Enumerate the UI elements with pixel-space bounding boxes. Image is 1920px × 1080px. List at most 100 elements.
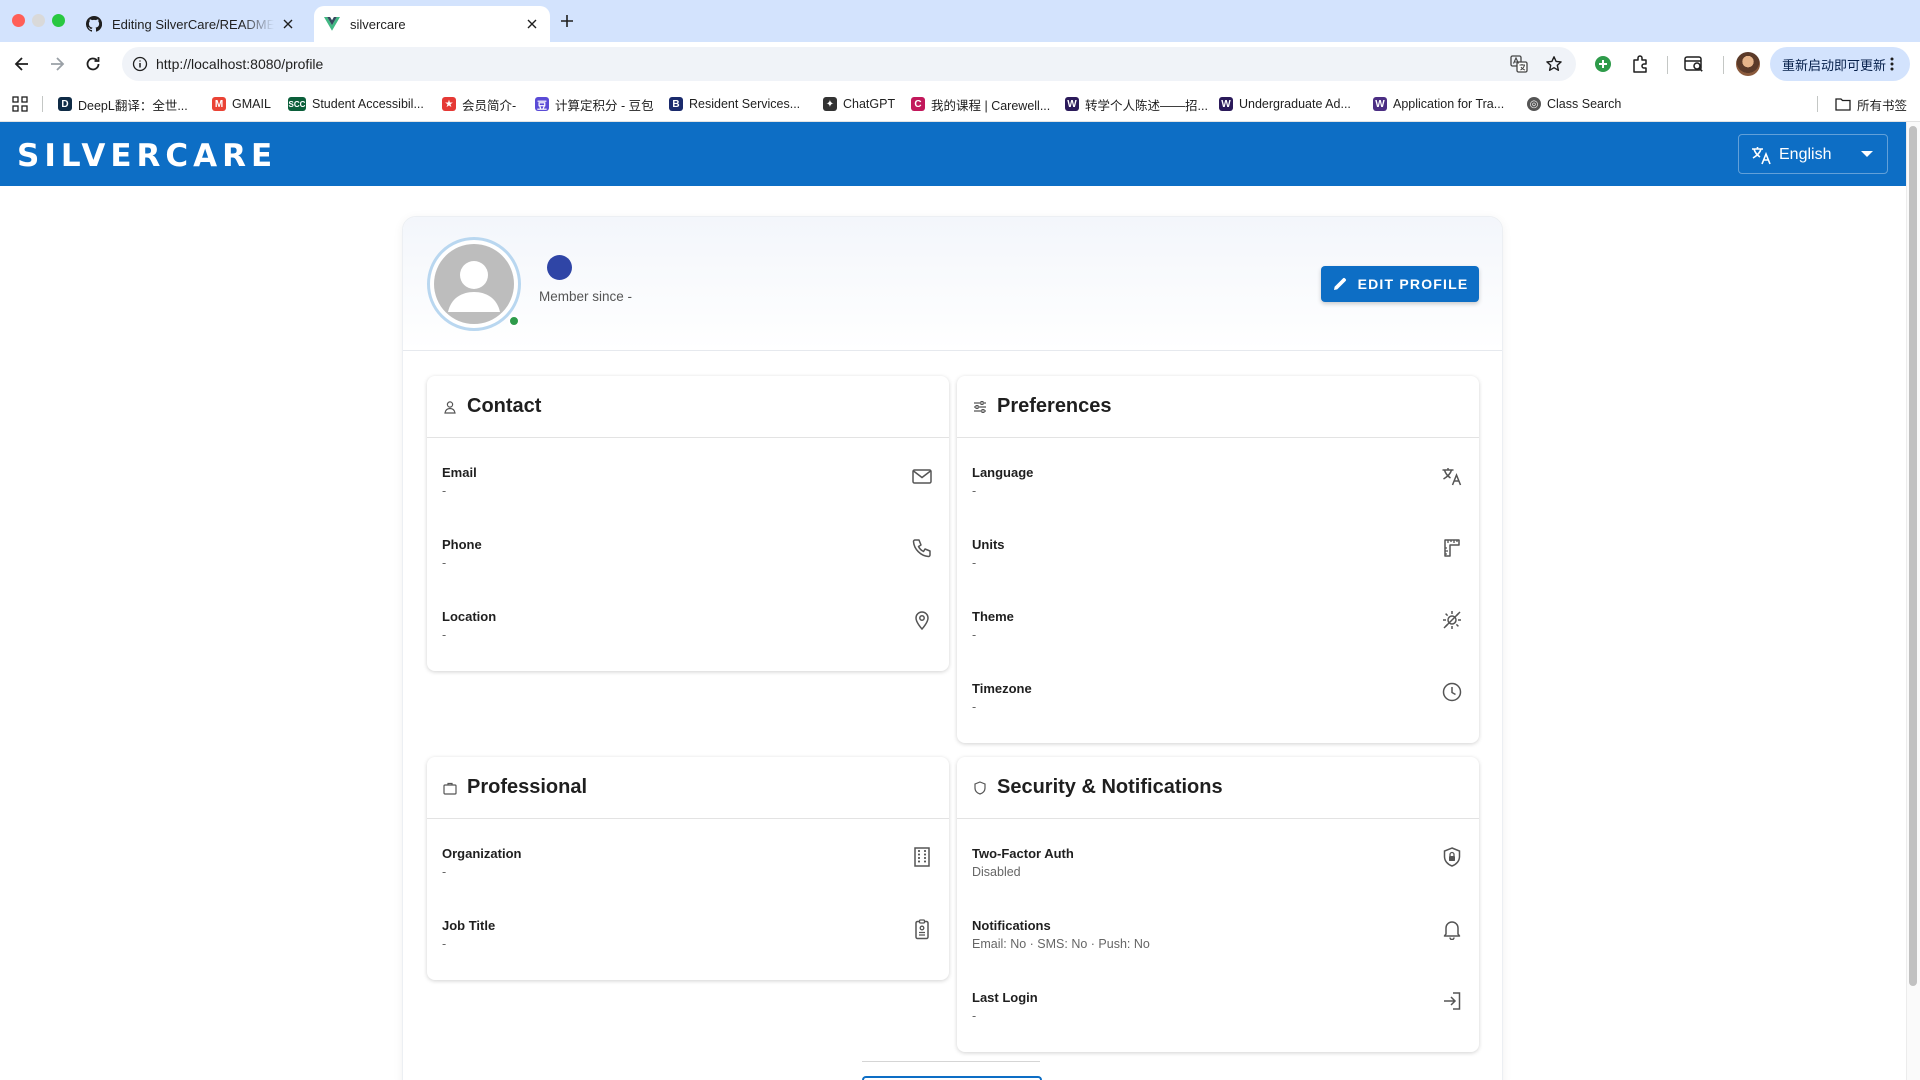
extensions-puzzle-icon[interactable] bbox=[1629, 53, 1651, 75]
w-icon: W bbox=[1219, 97, 1233, 111]
bookmark-label: 我的课程 | Carewell... bbox=[931, 98, 1051, 113]
preferences-card: Preferences Language - Units - Theme - T… bbox=[957, 376, 1479, 743]
language-select[interactable]: English bbox=[1738, 134, 1888, 174]
close-icon[interactable] bbox=[280, 16, 296, 32]
bookmark-gmail[interactable]: M GMAIL bbox=[212, 95, 271, 113]
row-value: - bbox=[972, 700, 977, 714]
bookmark-deepl[interactable]: D DeepL翻译：全世... bbox=[58, 95, 188, 113]
bookmark-undergraduate-admissions[interactable]: W Undergraduate Ad... bbox=[1219, 95, 1351, 113]
bookmark-chatgpt[interactable]: ✦ ChatGPT bbox=[823, 95, 895, 113]
bookmark-resident-services[interactable]: B Resident Services... bbox=[669, 95, 800, 113]
preferences-row-language: Language - bbox=[957, 438, 1479, 510]
row-value: - bbox=[442, 484, 447, 498]
update-relaunch-button[interactable]: 重新启动即可更新 bbox=[1770, 47, 1910, 81]
window-close-button[interactable] bbox=[12, 14, 25, 27]
brand-logo[interactable]: SILVERCARE bbox=[17, 138, 277, 174]
forward-arrow-icon[interactable] bbox=[47, 54, 67, 74]
tab-search-icon[interactable] bbox=[1683, 53, 1705, 75]
bookmark-application-transfer[interactable]: W Application for Tra... bbox=[1373, 95, 1504, 113]
bookmark-student-accessibility[interactable]: SCC Student Accessibil... bbox=[288, 95, 424, 113]
window-minimize-button[interactable] bbox=[32, 14, 45, 27]
contact-row-phone: Phone - bbox=[427, 510, 949, 582]
bookmark-star-icon[interactable] bbox=[1545, 55, 1563, 73]
apps-grid-icon[interactable] bbox=[12, 96, 28, 112]
row-value: - bbox=[972, 556, 977, 570]
site-info-icon[interactable] bbox=[132, 56, 148, 72]
all-bookmarks-label: 所有书签 bbox=[1857, 98, 1908, 113]
profile-avatar-icon[interactable] bbox=[1736, 52, 1760, 76]
card-title: Contact bbox=[467, 395, 542, 417]
shield-icon bbox=[974, 780, 986, 795]
shield-lock-icon bbox=[1443, 847, 1461, 867]
card-header: Security & Notifications bbox=[957, 757, 1479, 819]
tab-title: Editing SilverCare/README.md bbox=[112, 16, 274, 32]
contact-row-email: Email - bbox=[427, 438, 949, 510]
bookmark-carewell[interactable]: C 我的课程 | Carewell... bbox=[911, 95, 1050, 113]
row-label: Two-Factor Auth bbox=[972, 846, 1074, 861]
mail-icon bbox=[912, 469, 932, 484]
doubao-icon: 豆 bbox=[535, 97, 549, 112]
language-value: English bbox=[1779, 146, 1832, 163]
extension-green-icon[interactable] bbox=[1592, 53, 1614, 75]
translate-page-icon[interactable] bbox=[1510, 55, 1528, 73]
partially-visible-button[interactable] bbox=[862, 1076, 1042, 1080]
all-bookmarks-folder[interactable]: 所有书签 bbox=[1835, 95, 1907, 113]
building-icon bbox=[914, 847, 930, 867]
bookmark-label: Application for Tra... bbox=[1393, 97, 1505, 111]
w-icon: W bbox=[1065, 97, 1079, 111]
close-icon[interactable] bbox=[524, 16, 540, 32]
new-tab-plus-icon[interactable] bbox=[558, 12, 576, 30]
tab-silvercare[interactable]: silvercare bbox=[314, 6, 550, 42]
contact-card: Contact Email - Phone - Location - bbox=[427, 376, 949, 671]
row-label: Notifications bbox=[972, 918, 1051, 933]
folder-icon bbox=[1835, 98, 1851, 111]
row-label: Language bbox=[972, 465, 1034, 480]
professional-row-organization: Organization - bbox=[427, 819, 949, 891]
status-indicator bbox=[547, 255, 572, 280]
page-scrollbar-thumb[interactable] bbox=[1909, 126, 1917, 986]
preferences-row-theme: Theme - bbox=[957, 582, 1479, 654]
bookmark-label: DeepL翻译：全世... bbox=[78, 98, 188, 113]
back-arrow-icon[interactable] bbox=[12, 54, 32, 74]
user-silhouette-icon bbox=[434, 244, 514, 324]
update-button-label: 重新启动即可更新 bbox=[1782, 57, 1887, 73]
b-icon: B bbox=[669, 97, 683, 111]
window-maximize-button[interactable] bbox=[52, 14, 65, 27]
bookmark-label: GMAIL bbox=[232, 97, 271, 111]
card-title: Professional bbox=[467, 776, 588, 798]
sliders-icon bbox=[974, 400, 986, 413]
more-menu-icon[interactable] bbox=[1884, 56, 1900, 72]
clock-icon bbox=[1442, 682, 1462, 702]
translate-icon bbox=[1442, 468, 1462, 486]
card-header: Professional bbox=[427, 757, 949, 819]
bookmark-label: Undergraduate Ad... bbox=[1239, 97, 1351, 111]
chatgpt-icon: ✦ bbox=[823, 97, 837, 111]
bookmarks-divider bbox=[1817, 96, 1818, 112]
address-bar[interactable]: http://localhost:8080/profile bbox=[122, 47, 1576, 81]
row-value: - bbox=[442, 556, 447, 570]
security-row-two-factor: Two-Factor Auth Disabled bbox=[957, 819, 1479, 891]
bookmark-class-search[interactable]: ◎ Class Search bbox=[1527, 95, 1621, 113]
member-since-text: Member since - bbox=[539, 289, 633, 304]
bookmark-label: Resident Services... bbox=[689, 97, 801, 111]
card-header: Contact bbox=[427, 376, 949, 438]
security-row-last-login: Last Login - bbox=[957, 963, 1479, 1035]
row-value: - bbox=[972, 628, 977, 642]
bookmark-transfer-statement[interactable]: W 转学个人陈述——招... bbox=[1065, 95, 1208, 113]
row-label: Email bbox=[442, 465, 477, 480]
edit-profile-button[interactable]: EDIT PROFILE bbox=[1321, 266, 1479, 302]
row-label: Theme bbox=[972, 609, 1014, 624]
bookmark-doubao[interactable]: 豆计算定积分 - 豆包 bbox=[535, 95, 654, 113]
row-label: Job Title bbox=[442, 918, 496, 933]
bookmark-label: ChatGPT bbox=[843, 97, 896, 111]
security-notifications-card: Security & Notifications Two-Factor Auth… bbox=[957, 757, 1479, 1052]
ruler-icon bbox=[1444, 539, 1460, 557]
person-icon bbox=[444, 400, 456, 414]
reload-icon[interactable] bbox=[83, 54, 103, 74]
globe-icon: ◎ bbox=[1527, 97, 1541, 111]
avatar[interactable] bbox=[427, 237, 521, 331]
bookmark-member-intro[interactable]: ★ 会员简介- bbox=[442, 95, 516, 113]
login-icon bbox=[1444, 992, 1461, 1010]
tab-editing-readme[interactable]: Editing SilverCare/README.md bbox=[76, 6, 306, 42]
row-label: Last Login bbox=[972, 990, 1038, 1005]
